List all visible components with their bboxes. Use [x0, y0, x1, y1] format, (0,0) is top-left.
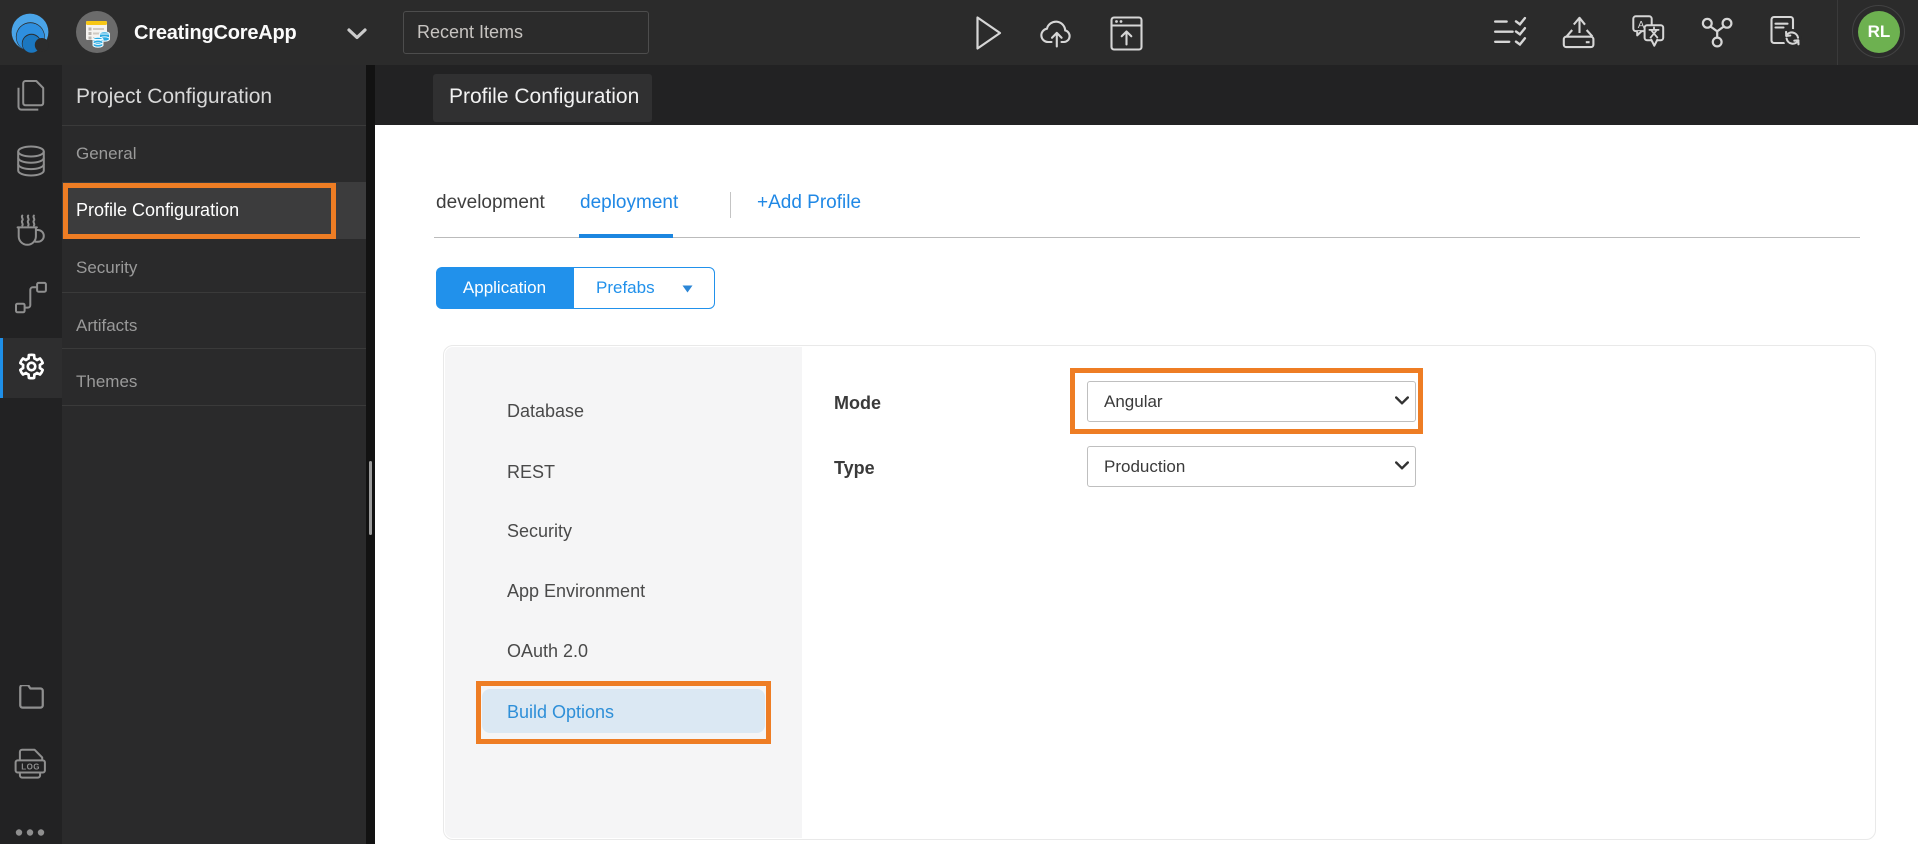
svg-text:LOG: LOG [21, 763, 40, 772]
